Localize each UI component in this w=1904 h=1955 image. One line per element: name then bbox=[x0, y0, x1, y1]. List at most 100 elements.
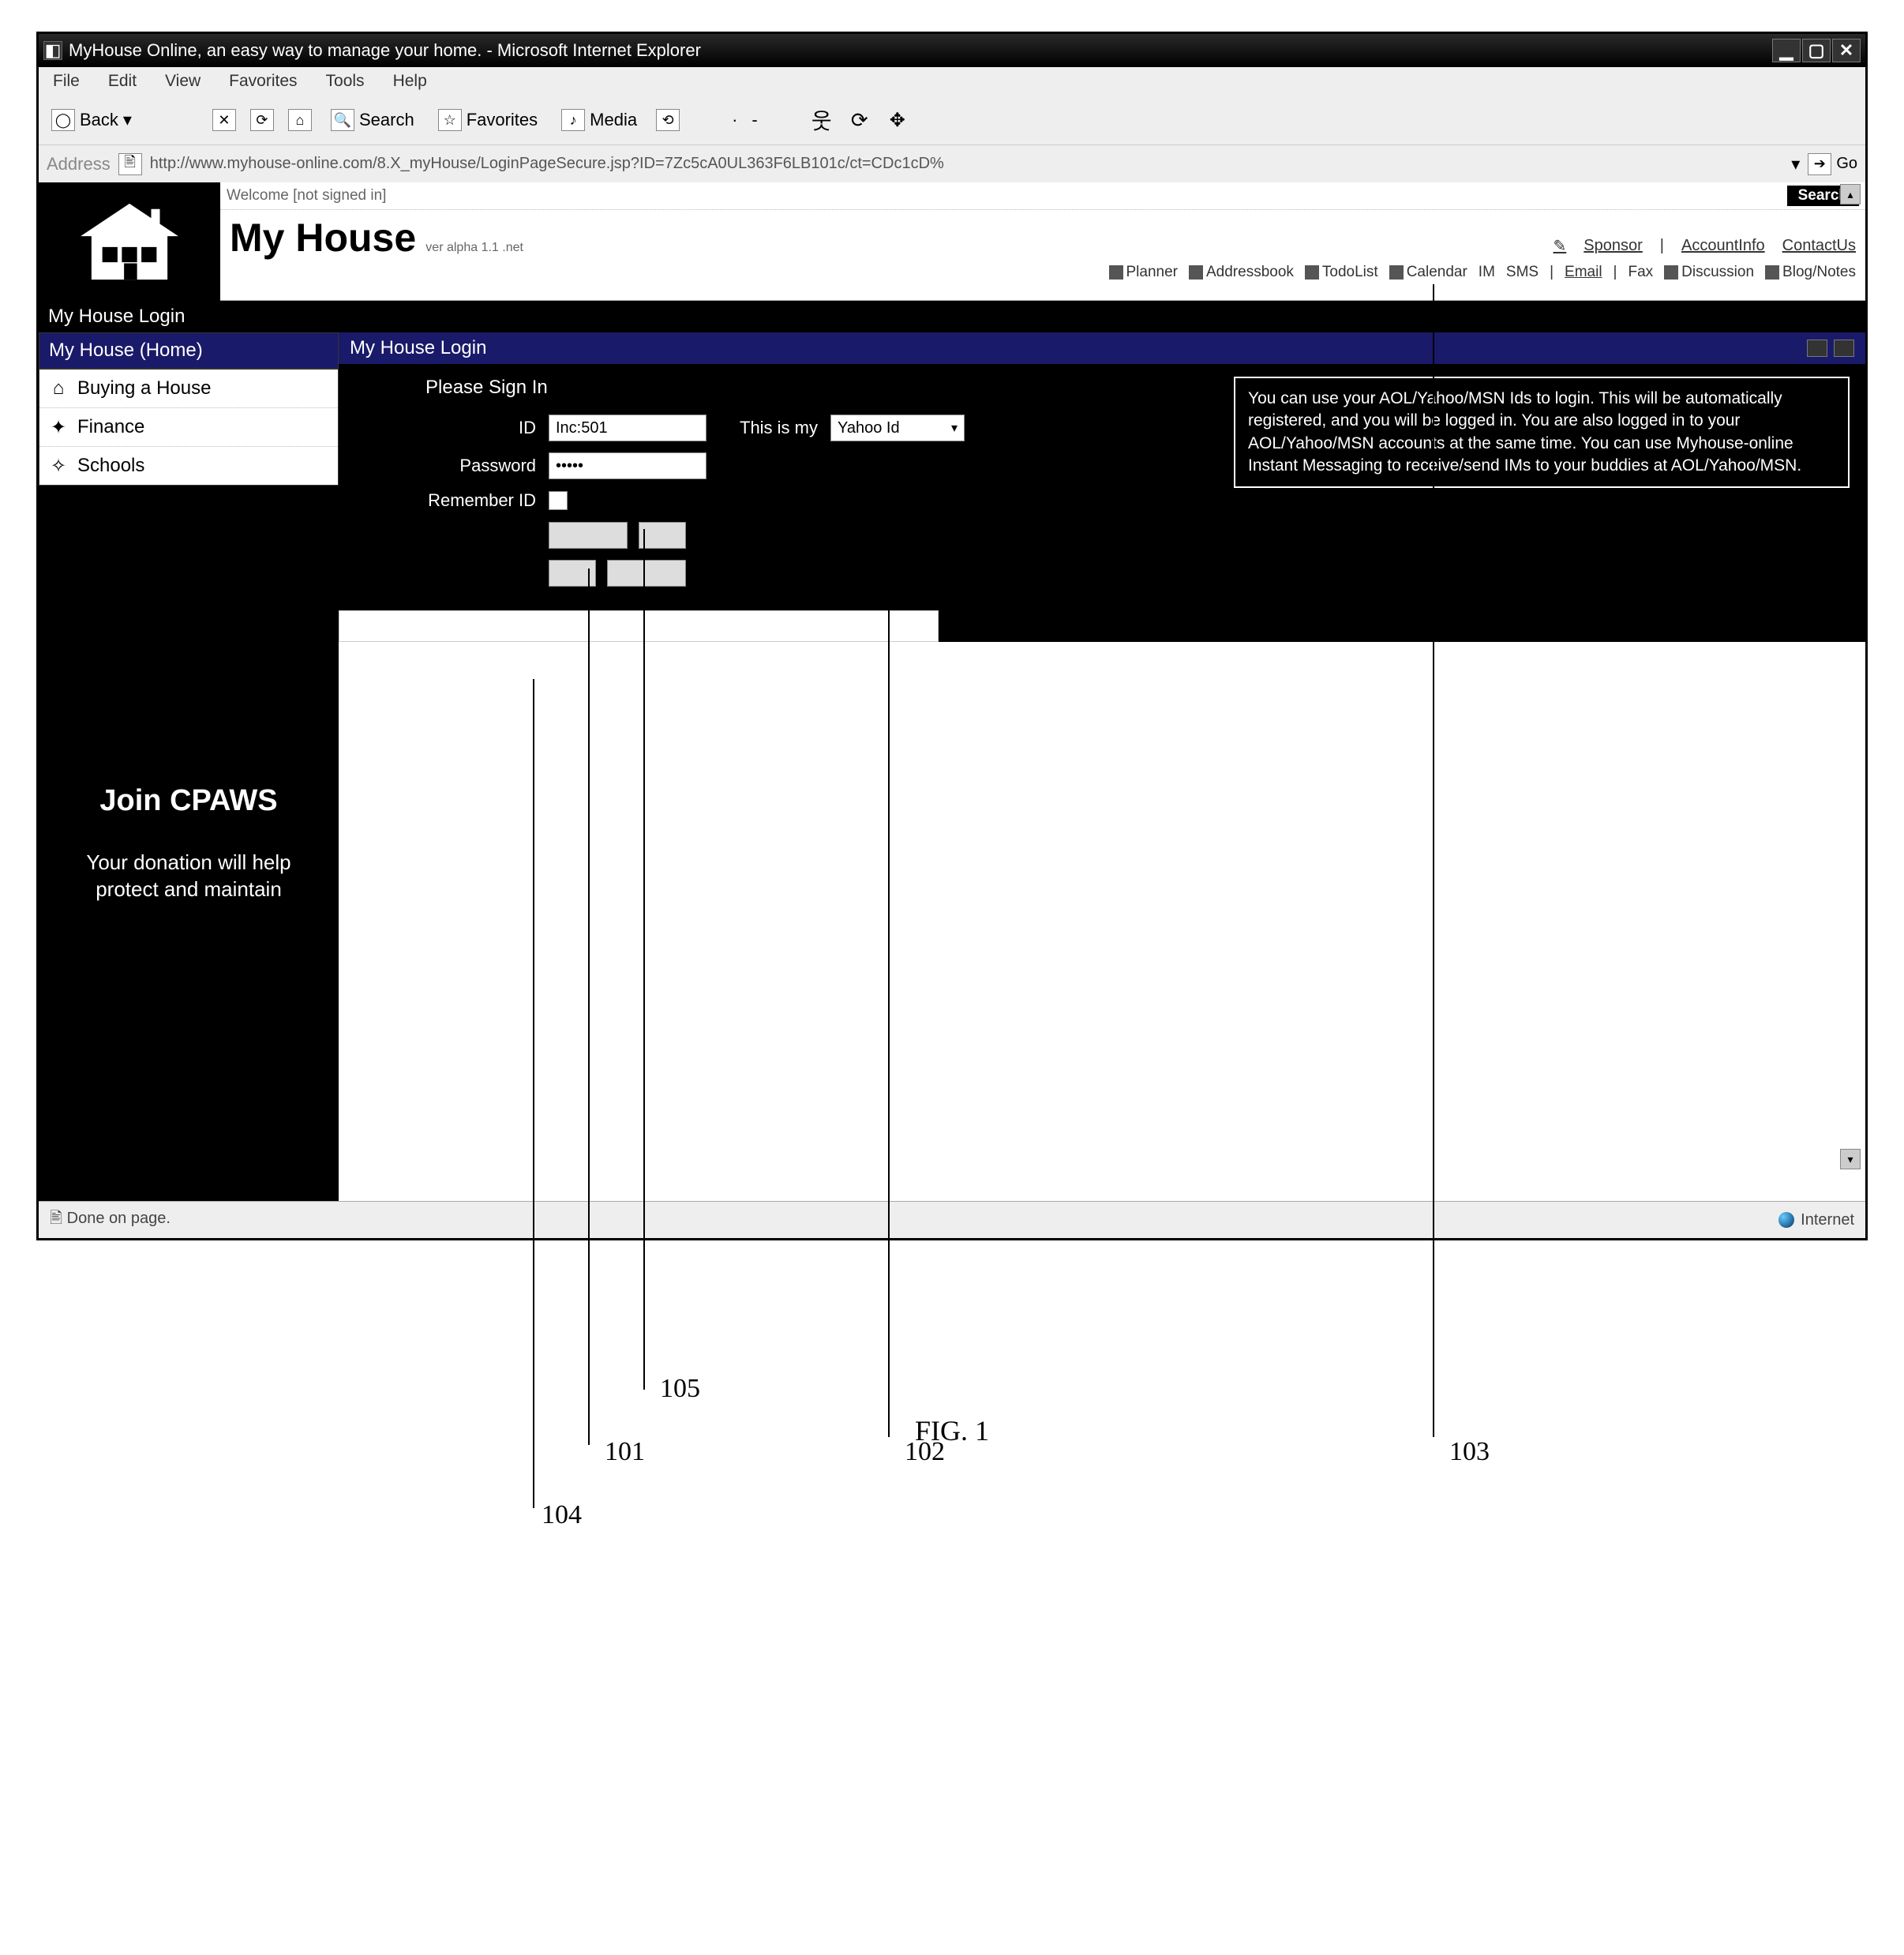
discussion-icon bbox=[1664, 265, 1678, 280]
nav-sms[interactable]: SMS bbox=[1506, 264, 1539, 281]
nav-planner[interactable]: Planner bbox=[1109, 264, 1179, 281]
chevron-down-icon: ▾ bbox=[123, 110, 132, 130]
nav-discussion[interactable]: Discussion bbox=[1664, 264, 1754, 281]
separator-icon: - bbox=[751, 110, 757, 130]
brand-title: My House bbox=[230, 216, 416, 260]
separator-icon: · bbox=[732, 110, 737, 130]
calendar-icon bbox=[1389, 265, 1404, 280]
submit-button-2[interactable] bbox=[639, 522, 686, 549]
remember-checkbox[interactable] bbox=[549, 491, 568, 510]
nav-divider: | bbox=[1614, 264, 1617, 281]
addressbook-icon bbox=[1189, 265, 1203, 280]
submit-button-4[interactable] bbox=[607, 560, 686, 587]
house-small-icon: ⌂ bbox=[49, 379, 68, 398]
page-title-bar: My House Login bbox=[39, 301, 1865, 332]
login-form: Please Sign In ID Inc:501 This is my Yah… bbox=[418, 377, 965, 587]
media-button[interactable]: ♪ Media bbox=[557, 107, 642, 133]
status-page-icon: 🖹 bbox=[50, 1210, 62, 1227]
sidebar-promo[interactable]: Join CPAWS Your donation will help prote… bbox=[39, 486, 339, 1201]
panel-minimize-button[interactable] bbox=[1807, 340, 1827, 357]
page-icon: 🖹 bbox=[118, 153, 142, 175]
internet-zone-icon bbox=[1778, 1212, 1794, 1228]
sidebar-item-label: Finance bbox=[77, 416, 144, 438]
browser-window: ◧ MyHouse Online, an easy way to manage … bbox=[36, 32, 1868, 1240]
go-icon: ➔ bbox=[1808, 153, 1831, 175]
go-button[interactable]: ➔ Go bbox=[1808, 153, 1857, 175]
stop-icon[interactable]: ✕ bbox=[212, 109, 236, 131]
title-bar: ◧ MyHouse Online, an easy way to manage … bbox=[39, 34, 1865, 67]
site-header: Welcome [not signed in] Search My House … bbox=[39, 182, 1865, 301]
account-info-link[interactable]: AccountInfo bbox=[1681, 237, 1765, 255]
planner-icon bbox=[1109, 265, 1123, 280]
favorites-button[interactable]: ☆ Favorites bbox=[433, 107, 542, 133]
menu-tools[interactable]: Tools bbox=[323, 70, 368, 92]
finance-icon: ✦ bbox=[49, 418, 68, 437]
address-input[interactable]: http://www.myhouse-online.com/8.X_myHous… bbox=[150, 155, 1784, 173]
nav-calendar[interactable]: Calendar bbox=[1389, 264, 1467, 281]
menu-help[interactable]: Help bbox=[390, 70, 430, 92]
id-input[interactable]: Inc:501 bbox=[549, 415, 707, 441]
below-panel-strip bbox=[339, 610, 1865, 642]
favorites-label: Favorites bbox=[467, 110, 538, 130]
figure-caption: FIG. 1 bbox=[32, 1414, 1872, 1447]
nav-addressbook[interactable]: Addressbook bbox=[1189, 264, 1294, 281]
id-provider-select[interactable]: Yahoo Id ▾ bbox=[830, 415, 965, 441]
sidebar-item-buying[interactable]: ⌂ Buying a House bbox=[39, 370, 338, 408]
scroll-up-button[interactable]: ▴ bbox=[1840, 184, 1861, 205]
annotation-103: 103 bbox=[1449, 1437, 1490, 1467]
page-content: ▴ Welcome [not signed in] Search bbox=[39, 182, 1865, 1201]
nav-divider: | bbox=[1550, 264, 1554, 281]
scroll-down-button[interactable]: ▾ bbox=[1840, 1149, 1861, 1169]
menu-file[interactable]: File bbox=[50, 70, 83, 92]
main-area: My House Login Please Sign In ID Inc:501 bbox=[339, 332, 1865, 1201]
sidebar-tab-home[interactable]: My House (Home) bbox=[39, 332, 339, 369]
sync-icon[interactable]: ⟳ bbox=[848, 109, 871, 131]
password-label: Password bbox=[418, 456, 536, 476]
menu-favorites[interactable]: Favorites bbox=[226, 70, 300, 92]
promo-text: Your donation will help protect and main… bbox=[54, 850, 323, 903]
pencil-icon: ✎ bbox=[1554, 236, 1567, 256]
panel-title-text: My House Login bbox=[350, 337, 486, 359]
password-input[interactable]: ••••• bbox=[549, 452, 707, 479]
home-icon[interactable]: ⌂ bbox=[288, 109, 312, 131]
nav-blog[interactable]: Blog/Notes bbox=[1765, 264, 1856, 281]
search-icon: 🔍 bbox=[331, 109, 354, 131]
minimize-button[interactable]: ▁ bbox=[1772, 39, 1801, 62]
address-dropdown-icon[interactable]: ▾ bbox=[1791, 154, 1800, 174]
main-blank-area bbox=[339, 642, 1865, 1147]
back-button[interactable]: ◯ Back ▾ bbox=[47, 107, 137, 133]
submit-button-3[interactable] bbox=[549, 560, 596, 587]
annotation-101: 101 bbox=[605, 1437, 645, 1467]
sidebar-item-finance[interactable]: ✦ Finance bbox=[39, 408, 338, 447]
nav-todolist[interactable]: TodoList bbox=[1305, 264, 1378, 281]
refresh-icon[interactable]: ⟳ bbox=[250, 109, 274, 131]
nav-email[interactable]: Email bbox=[1565, 264, 1602, 281]
todolist-icon bbox=[1305, 265, 1319, 280]
nav-fax[interactable]: Fax bbox=[1628, 264, 1653, 281]
contact-us-link[interactable]: ContactUs bbox=[1782, 237, 1856, 255]
sidebar-item-label: Buying a House bbox=[77, 377, 211, 400]
history-icon[interactable]: ⟲ bbox=[656, 109, 680, 131]
submit-button-1[interactable] bbox=[549, 522, 628, 549]
messenger-icon[interactable]: 웃 bbox=[810, 109, 834, 131]
toolbar: ◯ Back ▾ ✕ ⟳ ⌂ 🔍 Search ☆ Favorites ♪ Me… bbox=[39, 96, 1865, 144]
close-button[interactable]: ✕ bbox=[1832, 39, 1861, 62]
sidebar-item-schools[interactable]: ✧ Schools bbox=[39, 447, 338, 485]
strip-left bbox=[339, 610, 939, 642]
window-title: MyHouse Online, an easy way to manage yo… bbox=[69, 40, 701, 61]
nav-im[interactable]: IM bbox=[1479, 264, 1495, 281]
status-zone: Internet bbox=[1801, 1211, 1854, 1229]
login-panel: My House Login Please Sign In ID Inc:501 bbox=[339, 332, 1865, 642]
annotation-102: 102 bbox=[905, 1437, 945, 1467]
sponsor-link[interactable]: Sponsor bbox=[1584, 237, 1643, 255]
annotation-104: 104 bbox=[542, 1500, 582, 1530]
maximize-button[interactable]: ▢ bbox=[1802, 39, 1831, 62]
search-button[interactable]: 🔍 Search bbox=[326, 107, 419, 133]
menu-edit[interactable]: Edit bbox=[105, 70, 140, 92]
menu-view[interactable]: View bbox=[162, 70, 204, 92]
panel-close-button[interactable] bbox=[1834, 340, 1854, 357]
sidebar-item-label: Schools bbox=[77, 455, 144, 477]
puzzle-icon[interactable]: ✥ bbox=[886, 109, 909, 131]
site-logo[interactable] bbox=[39, 182, 220, 301]
select-value: Yahoo Id bbox=[838, 419, 900, 437]
